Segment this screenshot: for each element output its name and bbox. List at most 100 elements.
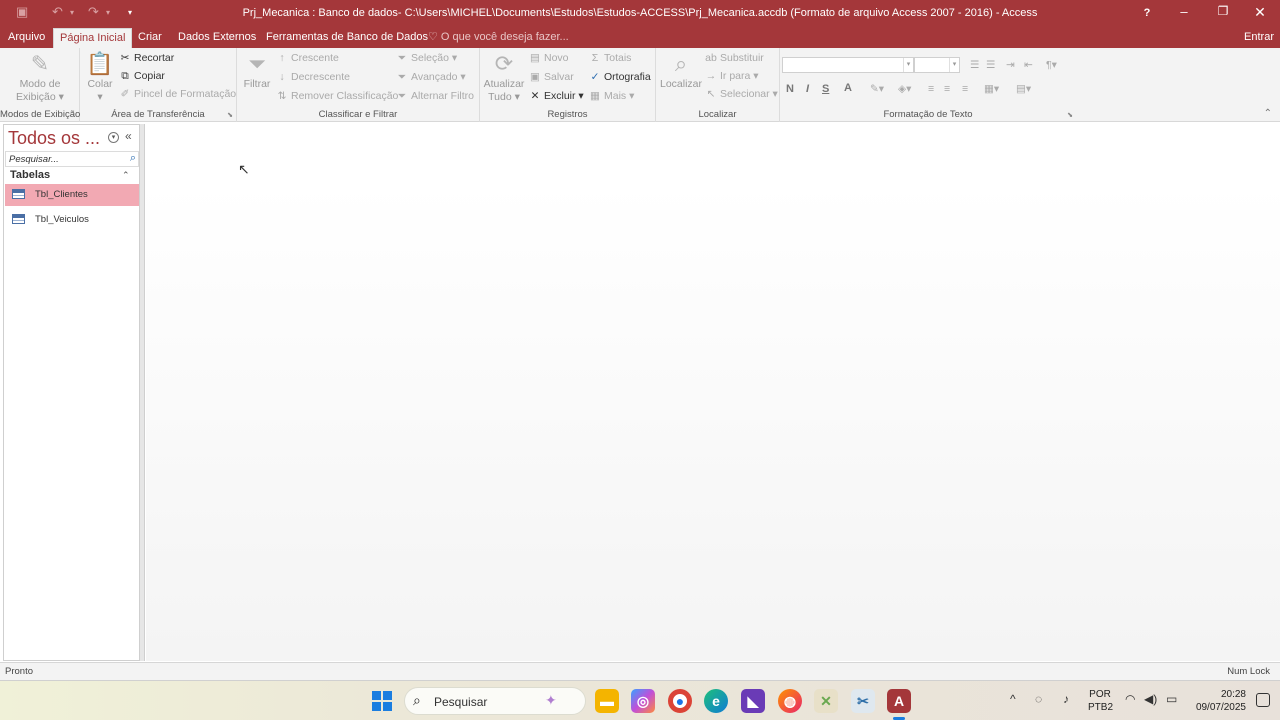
close-button[interactable]: ✕ — [1248, 4, 1272, 21]
tab-criar[interactable]: Criar — [132, 28, 168, 48]
advanced-label: Avançado — [411, 71, 458, 83]
toggle-filter-button[interactable]: ⏷ Alternar Filtro — [395, 88, 474, 104]
cut-button[interactable]: ✂ Recortar — [118, 50, 175, 66]
document-workspace[interactable] — [146, 124, 1280, 661]
tab-dados-externos[interactable]: Dados Externos — [172, 28, 262, 48]
language-line-1: POR — [1089, 689, 1111, 700]
goto-button[interactable]: → Ir para ▾ — [704, 68, 759, 84]
nav-menu-chevron-icon[interactable]: ▾ — [108, 132, 119, 143]
spelling-button[interactable]: ✓ Ortografia — [588, 69, 651, 85]
font-color-button[interactable]: A — [844, 82, 852, 94]
totals-button[interactable]: Σ Totais — [588, 50, 632, 66]
selection-filter-icon: ⏷ — [397, 52, 407, 64]
pinned-app-icon[interactable]: ✕ — [814, 689, 838, 713]
snipping-tool-icon[interactable]: ✂ — [851, 689, 875, 713]
sign-in-link[interactable]: Entrar — [1244, 28, 1274, 46]
selection-button[interactable]: ⏷ Seleção ▾ — [395, 50, 457, 66]
file-explorer-icon[interactable]: ▬ — [595, 689, 619, 713]
save-record-button[interactable]: ▣ Salvar — [528, 69, 574, 85]
filter-button[interactable]: ⏷ Filtrar — [241, 50, 273, 91]
font-size-combo[interactable]: ▾ — [914, 57, 960, 73]
select-button[interactable]: ↖ Selecionar ▾ — [704, 86, 778, 102]
collapse-group-icon[interactable]: ⌃ — [122, 170, 130, 181]
edge-icon[interactable]: e — [704, 689, 728, 713]
underline-button[interactable]: S — [822, 83, 829, 95]
format-painter-button[interactable]: ✐ Pincel de Formatação — [118, 86, 237, 102]
advanced-filter-button[interactable]: ⏷ Avançado ▾ — [395, 69, 466, 85]
numbering-icon[interactable]: ☰ — [986, 57, 995, 73]
access-app-icon[interactable]: A — [887, 689, 911, 713]
nav-pane-title[interactable]: Todos os ... — [8, 128, 100, 149]
align-right-icon[interactable]: ≡ — [962, 81, 968, 97]
font-name-combo[interactable]: ▾ — [782, 57, 914, 73]
microphone-icon[interactable]: ♪ — [1063, 692, 1069, 706]
chevron-up-icon[interactable]: ^ — [1010, 692, 1016, 706]
paragraph-direction-icon[interactable]: ¶▾ — [1046, 57, 1057, 73]
nav-search-input[interactable] — [6, 152, 118, 166]
chrome-icon[interactable]: ● — [668, 689, 692, 713]
search-icon[interactable]: ⌕ — [130, 152, 136, 165]
tell-me-search[interactable]: ♡ O que você deseja fazer... — [428, 28, 569, 46]
help-button[interactable]: ? — [1135, 7, 1159, 19]
windows-start-icon[interactable] — [372, 691, 392, 711]
fill-color-icon[interactable]: ◈▾ — [898, 81, 911, 97]
visual-studio-icon[interactable]: ◣ — [741, 689, 765, 713]
delete-record-button[interactable]: ✕ Excluir ▾ — [528, 88, 584, 104]
find-button[interactable]: ⌕ Localizar — [658, 50, 704, 91]
minimize-button[interactable]: – — [1172, 4, 1196, 19]
decrease-indent-icon[interactable]: ⇤ — [1024, 57, 1033, 73]
taskbar-search[interactable]: ⌕ Pesquisar ✦ — [404, 687, 586, 715]
firefox-icon[interactable]: ◍ — [778, 689, 802, 713]
replace-button[interactable]: ab Substituir — [704, 50, 764, 66]
group-header-tables[interactable]: Tabelas — [10, 169, 50, 181]
search-highlight-icon: ✦ — [545, 692, 557, 708]
refresh-all-button[interactable]: ⟳ Atualizar Tudo ▾ — [482, 50, 526, 104]
sort-descending-button[interactable]: ↓ Decrescente — [275, 69, 350, 85]
shutter-bar-close-icon[interactable]: « — [125, 129, 132, 143]
tray-app-icon[interactable]: ◌ — [1035, 692, 1042, 706]
wifi-icon[interactable]: ◠ — [1125, 692, 1135, 706]
group-label-sort-filter: Classificar e Filtrar — [318, 109, 398, 120]
clipboard-launcher-icon[interactable]: ⬊ — [227, 111, 233, 119]
copilot-icon[interactable]: ◎ — [631, 689, 655, 713]
increase-indent-icon[interactable]: ⇥ — [1006, 57, 1015, 73]
text-formatting-launcher-icon[interactable]: ⬊ — [1067, 111, 1073, 119]
tab-ferramentas-banco-dados[interactable]: Ferramentas de Banco de Dados — [260, 28, 434, 48]
sort-descending-label: Decrescente — [291, 71, 350, 83]
bold-button[interactable]: N — [786, 83, 794, 95]
clock-time: 20:28 — [1220, 689, 1246, 700]
nav-item-tbl-clientes[interactable]: Tbl_Clientes — [5, 184, 139, 206]
gridlines-icon[interactable]: ▤▾ — [1016, 81, 1031, 97]
group-clipboard: 📋 Colar ▾ ✂ Recortar ⧉ Copiar ✐ Pincel de Fo… — [80, 48, 237, 122]
toggle-filter-icon: ⏷ — [397, 90, 407, 102]
align-center-icon[interactable]: ≡ — [944, 81, 950, 97]
language-line-2: PTB2 — [1088, 702, 1114, 713]
align-left-icon[interactable]: ≡ — [928, 81, 934, 97]
italic-button[interactable]: I — [806, 83, 809, 95]
copy-button[interactable]: ⧉ Copiar — [118, 68, 165, 84]
nav-item-tbl-veiculos[interactable]: Tbl_Veiculos — [5, 209, 139, 231]
view-button[interactable]: ✎ Modo de Exibição ▾ — [16, 50, 64, 104]
system-clock[interactable]: 20:28 09/07/2025 — [1190, 688, 1246, 714]
highlight-icon[interactable]: ✎▾ — [870, 81, 884, 97]
remove-sort-button[interactable]: ⇅ Remover Classificação — [275, 88, 399, 104]
paste-button[interactable]: 📋 Colar ▾ — [84, 50, 116, 104]
select-label: Selecionar — [720, 88, 770, 100]
tab-arquivo[interactable]: Arquivo — [2, 28, 51, 48]
volume-icon[interactable]: ◀) — [1144, 692, 1157, 706]
alternate-row-color-icon[interactable]: ▦▾ — [984, 81, 999, 97]
nav-pane-splitter[interactable] — [140, 124, 145, 661]
tab-pagina-inicial[interactable]: Página Inicial — [53, 28, 133, 48]
more-button[interactable]: ▦ Mais ▾ — [588, 88, 634, 104]
restore-button[interactable]: ❐ — [1211, 4, 1235, 18]
notification-icon[interactable] — [1256, 693, 1270, 707]
brush-icon: ✐ — [120, 88, 130, 100]
sort-ascending-button[interactable]: ↑ Crescente — [275, 50, 338, 66]
ribbon-tabs: Arquivo Página Inicial Criar Dados Exter… — [0, 28, 1280, 48]
language-indicator[interactable]: POR PTB2 — [1088, 688, 1114, 714]
collapse-ribbon-icon[interactable]: ⌃ — [1264, 108, 1272, 119]
bullets-icon[interactable]: ☰ — [970, 57, 979, 73]
paste-label: Colar — [87, 78, 113, 90]
new-record-button[interactable]: ▤ Novo — [528, 50, 568, 66]
battery-icon[interactable]: ▭ — [1166, 692, 1177, 706]
